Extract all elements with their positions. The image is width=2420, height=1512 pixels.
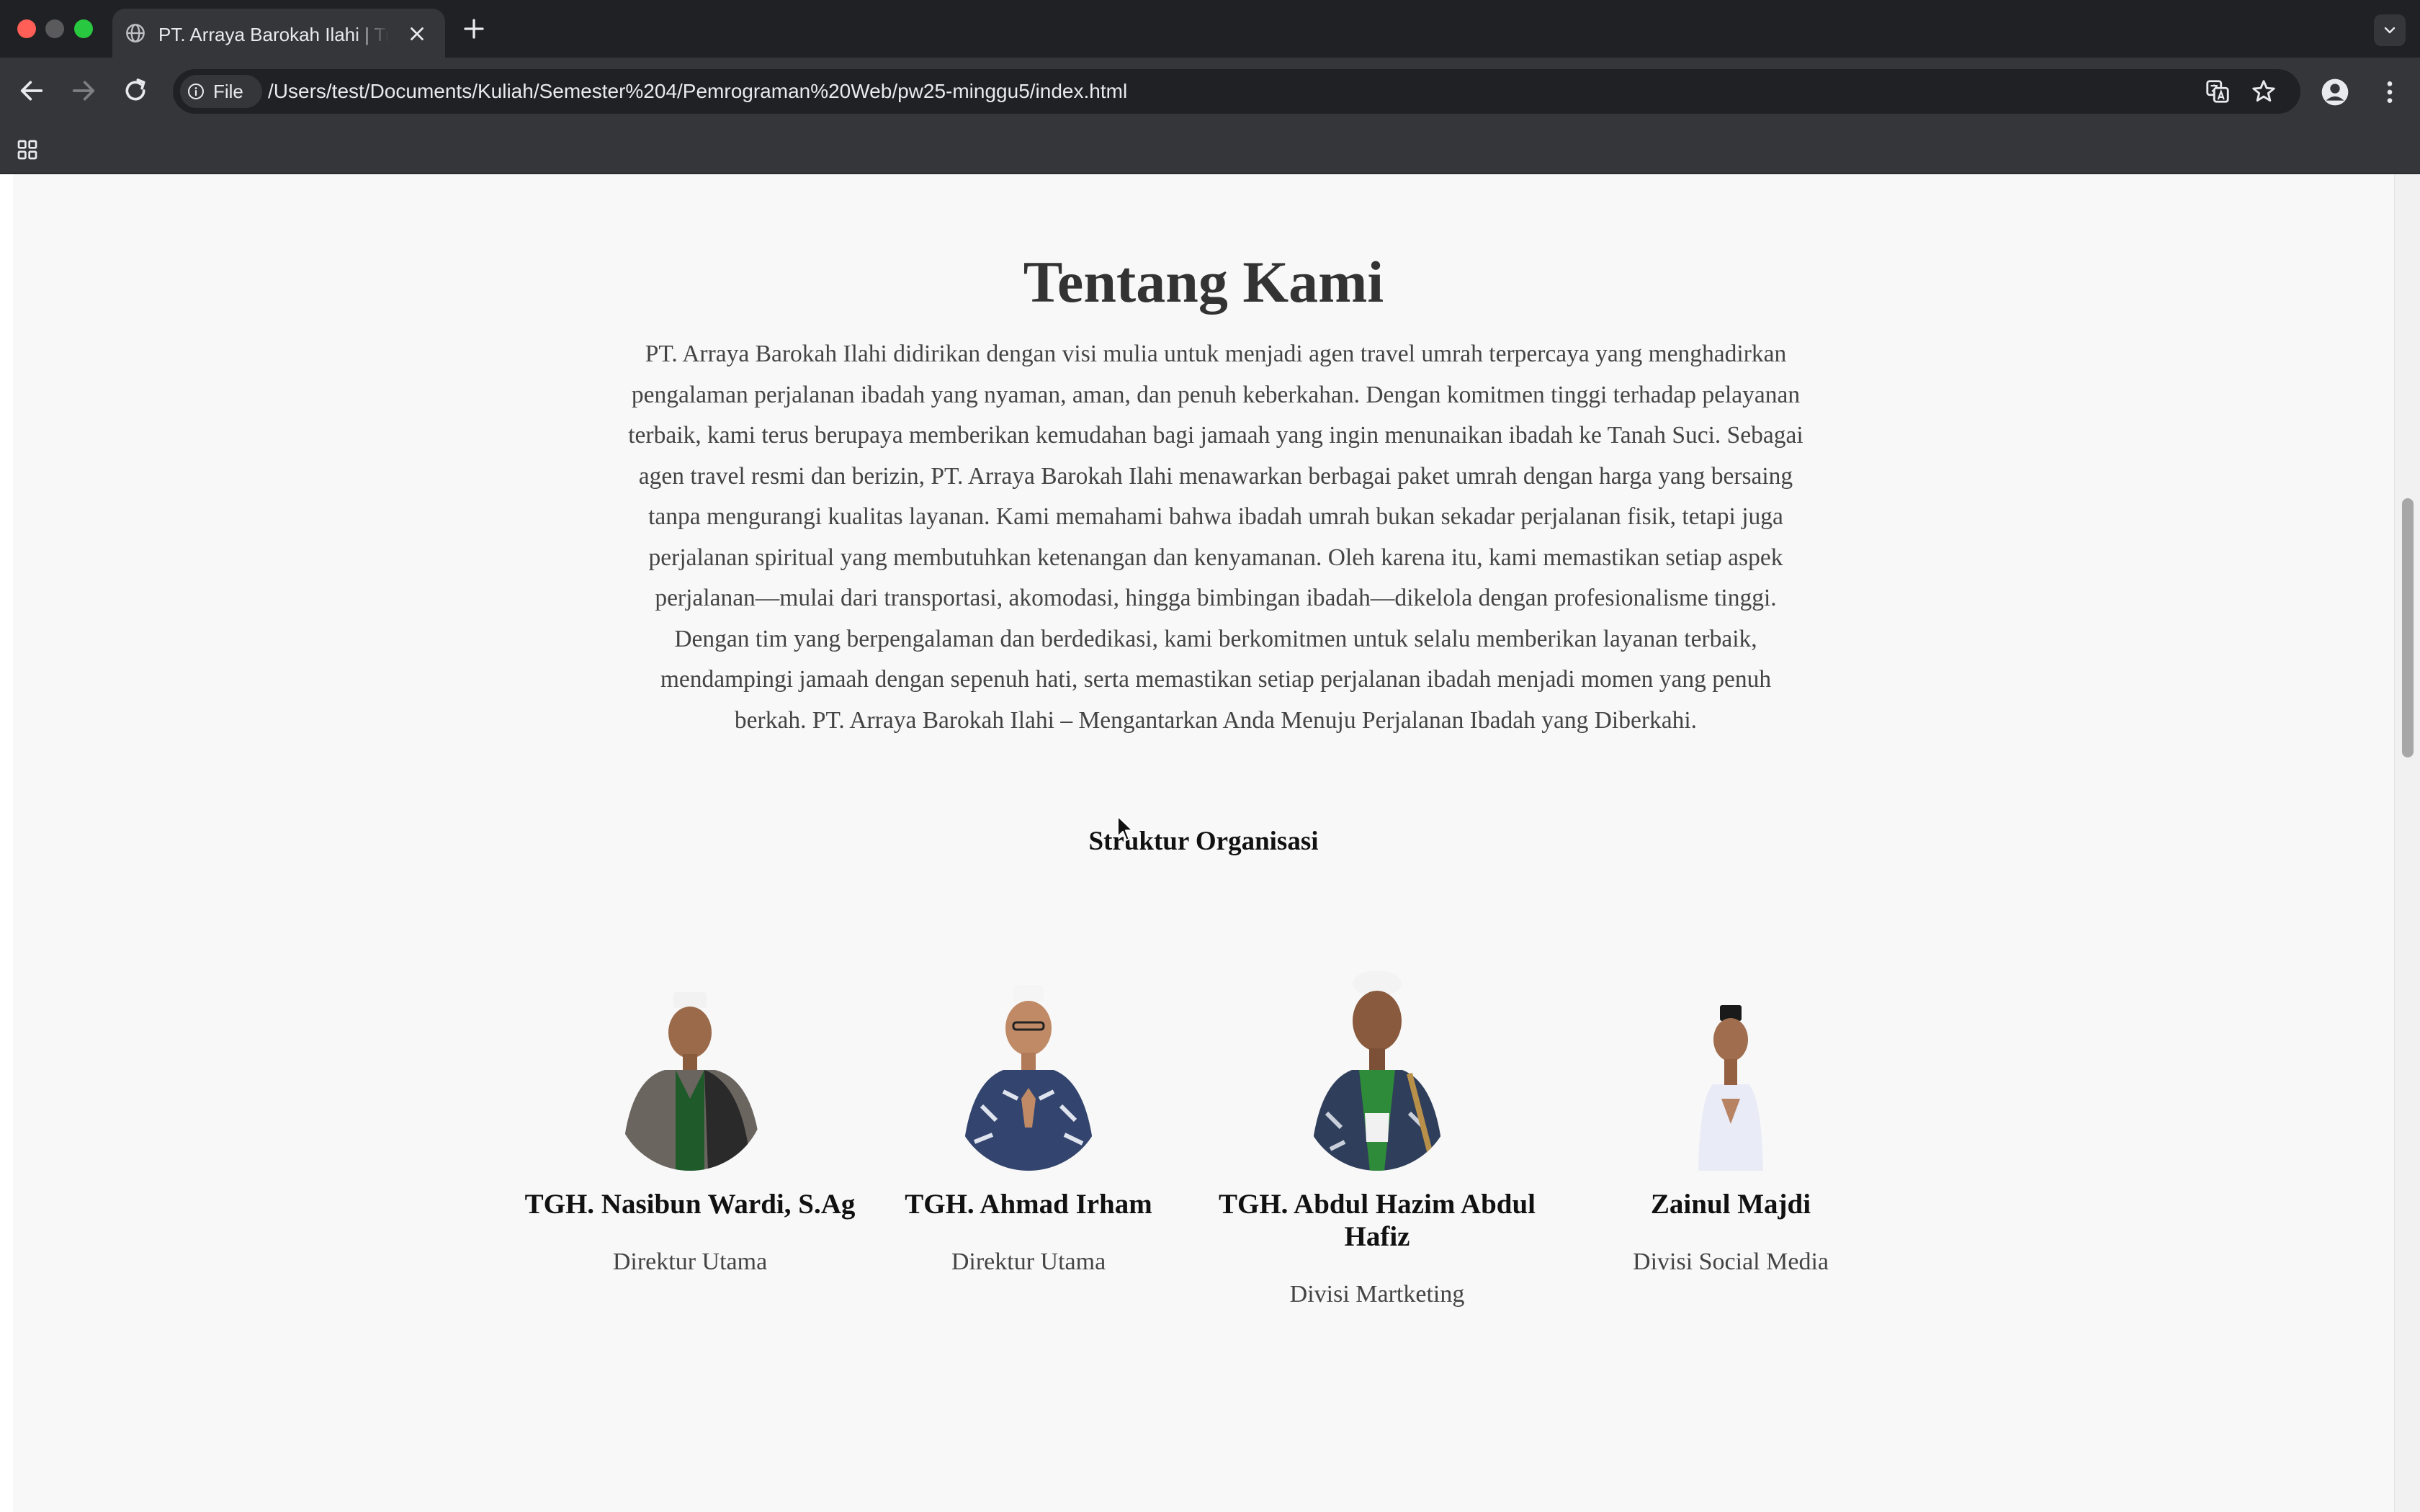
site-info-chip[interactable]: File <box>180 75 262 108</box>
apps-grid-icon[interactable] <box>16 138 39 161</box>
member-role: Divisi Martketing <box>1289 1281 1465 1308</box>
translate-icon[interactable] <box>2204 78 2231 105</box>
member-card: Zainul Majdi Divisi Social Media <box>1561 955 1900 1278</box>
globe-icon <box>126 24 145 42</box>
address-bar[interactable]: File /Users/test/Documents/Kuliah/Semest… <box>173 69 2300 114</box>
member-name: TGH. Ahmad Irham <box>905 1189 1152 1220</box>
member-role: Direktur Utama <box>951 1248 1106 1275</box>
info-icon <box>188 84 204 99</box>
member-card: TGH. Nasibun Wardi, S.Ag Direktur Utama <box>521 955 859 1278</box>
browser-tab-bar: PT. Arraya Barokah Ilahi | Travel Umrah <box>0 0 2420 58</box>
more-vert-icon[interactable] <box>2375 76 2404 108</box>
member-photo <box>962 985 1095 1171</box>
reload-icon[interactable] <box>121 76 150 105</box>
bookmarks-bar <box>0 125 2420 174</box>
url-text[interactable]: /Users/test/Documents/Kuliah/Semester%20… <box>268 80 1127 103</box>
organization-title: Struktur Organisasi <box>1088 827 1319 856</box>
member-role: Direktur Utama <box>612 1248 768 1275</box>
member-card: TGH. Abdul Hazim Abdul Hafiz Divisi Mart… <box>1208 955 1546 1310</box>
member-photo <box>614 992 766 1171</box>
about-title: Tentang Kami <box>1023 249 1384 315</box>
plus-icon[interactable] <box>461 16 487 42</box>
member-photo <box>1698 1005 1763 1171</box>
member-card: TGH. Ahmad Irham Direktur Utama <box>859 955 1198 1278</box>
about-section: Tentang Kami PT. Arraya Barokah Ilahi di… <box>13 174 2394 1512</box>
close-icon[interactable] <box>406 23 428 45</box>
mouse-cursor <box>1116 815 1134 841</box>
member-name: TGH. Nasibun Wardi, S.Ag <box>524 1189 856 1220</box>
browser-tab-active[interactable]: PT. Arraya Barokah Ilahi | Travel Umrah <box>112 9 445 58</box>
profile-icon[interactable] <box>2321 78 2349 107</box>
window-close-button[interactable] <box>17 19 36 38</box>
tab-search-button[interactable] <box>2374 14 2406 46</box>
star-icon[interactable] <box>2250 78 2277 105</box>
page-scrollbar[interactable] <box>2394 174 2420 1512</box>
about-paragraph: PT. Arraya Barokah Ilahi didirikan denga… <box>628 341 1803 734</box>
member-name: TGH. Abdul Hazim Abdul Hafiz <box>1219 1189 1536 1252</box>
browser-toolbar: File /Users/test/Documents/Kuliah/Semest… <box>0 58 2420 125</box>
forward-arrow-icon[interactable] <box>69 76 98 105</box>
tab-title: PT. Arraya Barokah Ilahi | Travel Umrah <box>158 24 389 45</box>
back-arrow-icon[interactable] <box>17 76 46 105</box>
file-chip-label: File <box>213 81 243 102</box>
member-photo <box>1310 971 1444 1171</box>
window-minimize-button[interactable] <box>45 19 64 38</box>
page-viewport: Tentang Kami PT. Arraya Barokah Ilahi di… <box>0 174 2420 1512</box>
scrollbar-thumb[interactable] <box>2402 498 2414 757</box>
member-role: Divisi Social Media <box>1633 1248 1829 1275</box>
member-name: Zainul Majdi <box>1650 1189 1811 1220</box>
chevron-down-icon <box>2384 27 2396 34</box>
window-zoom-button[interactable] <box>74 19 93 38</box>
